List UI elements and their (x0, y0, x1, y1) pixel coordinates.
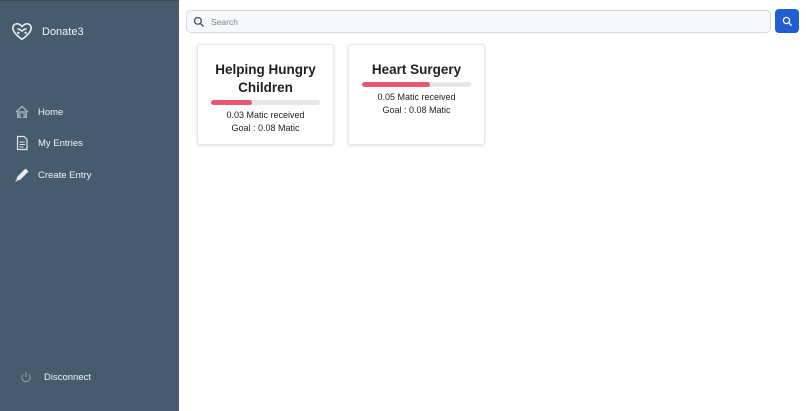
card-goal: Goal : 0.08 Matic (382, 105, 451, 115)
progress-fill (211, 100, 252, 105)
search-bar (186, 10, 771, 33)
search-icon (782, 16, 792, 26)
card-goal: Goal : 0.08 Matic (231, 123, 300, 133)
card-received: 0.05 Matic received (377, 92, 456, 102)
disconnect-button[interactable]: Disconnect (20, 371, 91, 383)
sidebar-item-my-entries[interactable]: My Entries (14, 135, 83, 151)
progress-fill (362, 82, 431, 87)
card-title: Helping Hungry Children (215, 62, 316, 95)
card-received: 0.03 Matic received (226, 110, 305, 120)
sidebar-item-home[interactable]: Home (14, 104, 63, 120)
entry-card[interactable]: Heart Surgery 0.05 Matic received Goal :… (348, 44, 485, 145)
search-button[interactable] (775, 9, 799, 33)
disconnect-label: Disconnect (44, 371, 91, 383)
progress-bar (211, 100, 320, 105)
sidebar-item-create-entry[interactable]: Create Entry (14, 167, 91, 183)
brand[interactable]: Donate3 (11, 21, 84, 43)
power-icon (21, 372, 31, 383)
sidebar-item-label: My Entries (38, 137, 83, 149)
search-input[interactable] (211, 16, 770, 27)
home-icon (15, 105, 29, 118)
sidebar-item-label: Create Entry (38, 169, 92, 181)
brand-name: Donate3 (42, 26, 84, 38)
sidebar: Donate3 Home My Entries Create Entry Dis… (0, 0, 179, 411)
sidebar-item-label: Home (38, 106, 64, 118)
progress-bar (362, 82, 471, 87)
pen-icon (15, 168, 29, 182)
donate-logo-icon (12, 22, 32, 41)
document-icon (16, 135, 28, 151)
entry-card[interactable]: Helping Hungry Children 0.03 Matic recei… (197, 44, 334, 145)
search-icon (193, 16, 204, 27)
card-title: Heart Surgery (371, 62, 462, 77)
